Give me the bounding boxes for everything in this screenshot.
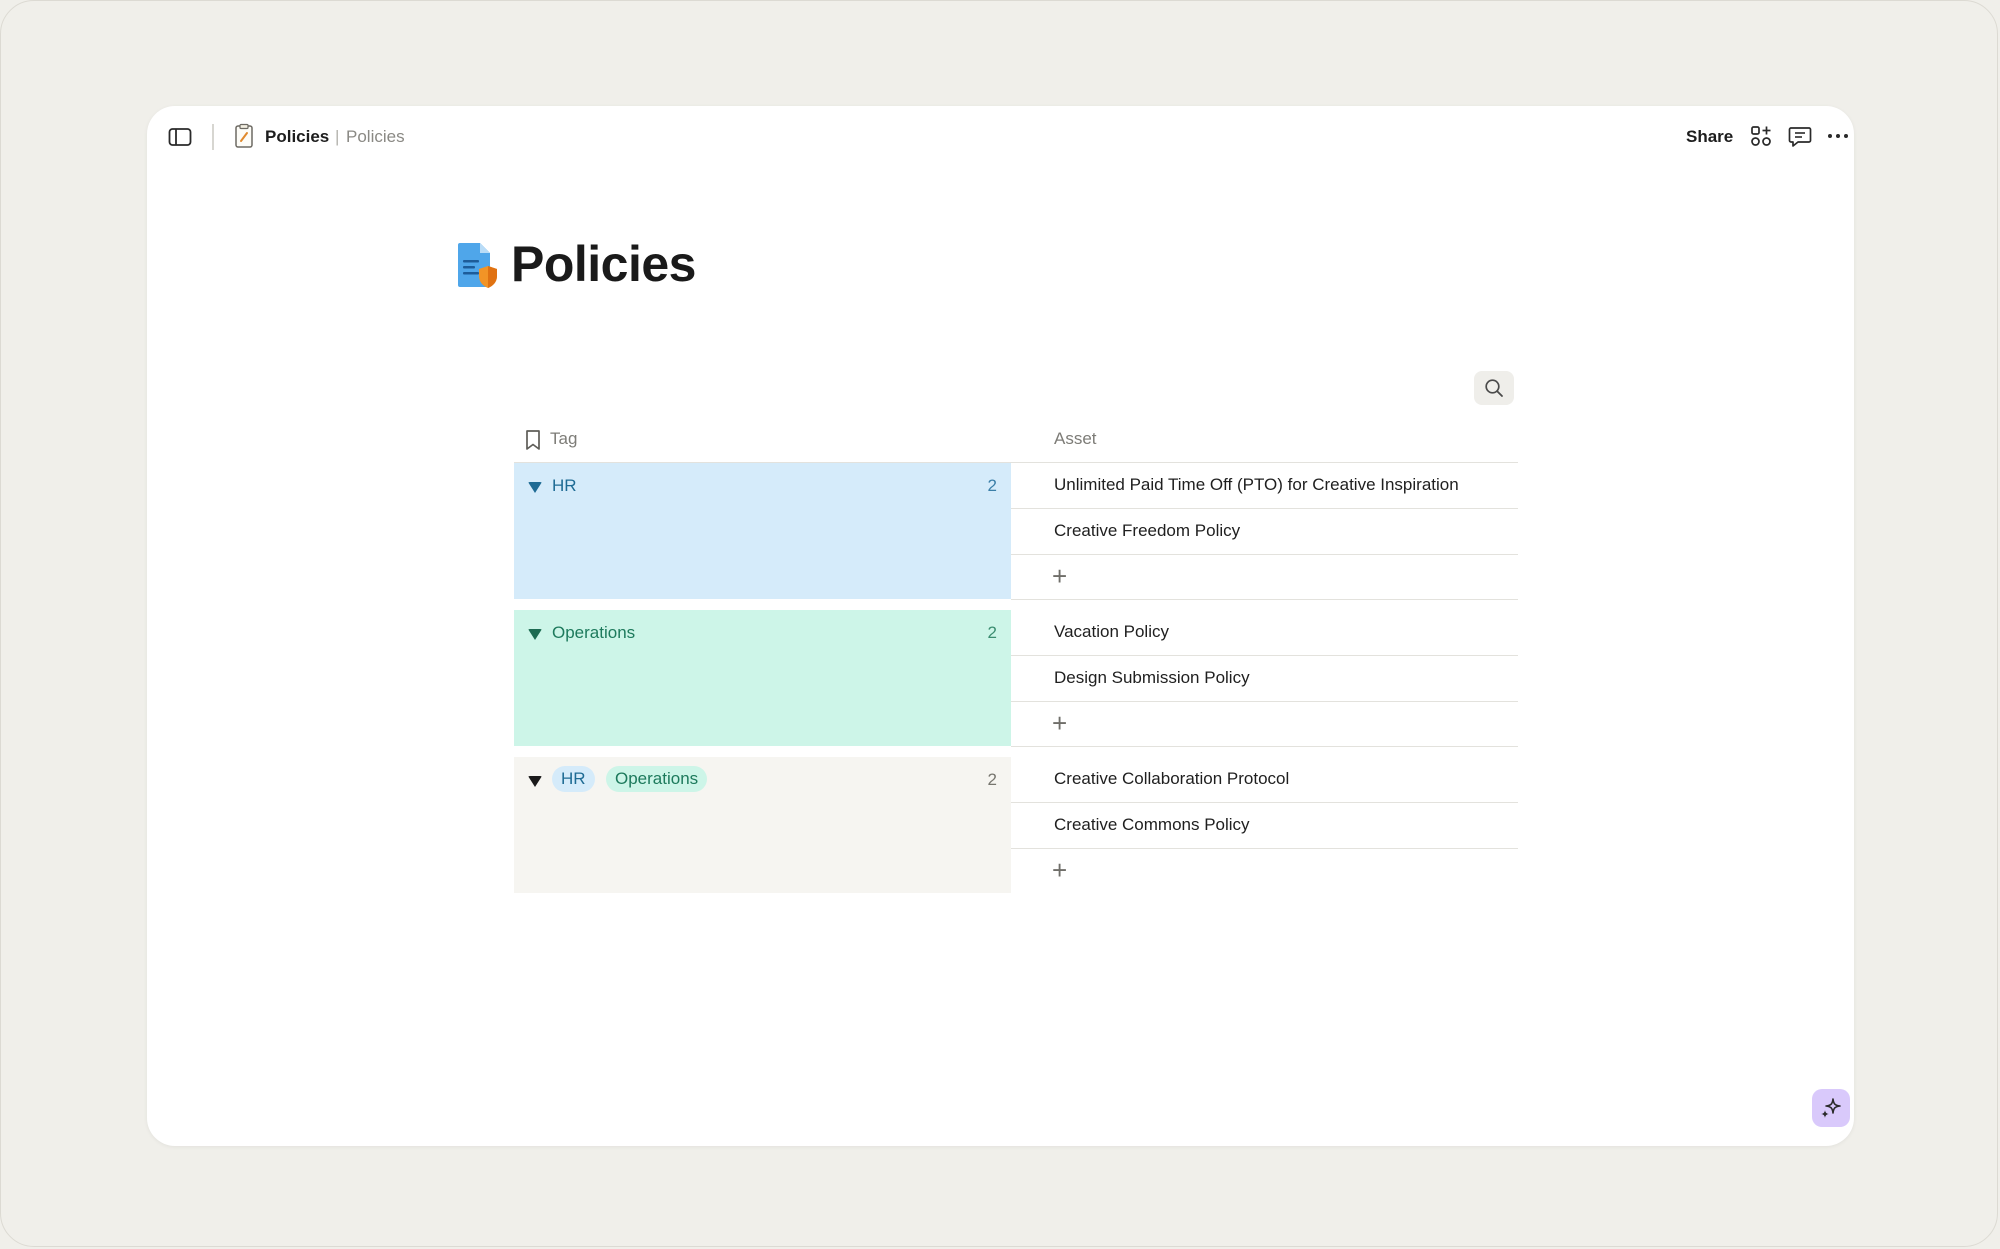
add-asset-button[interactable]: + <box>1011 555 1518 599</box>
add-asset-button[interactable]: + <box>1011 849 1518 893</box>
collapse-caret-icon[interactable] <box>528 629 542 640</box>
ai-assistant-button[interactable] <box>1812 1089 1850 1127</box>
group-operations: Operations 2 Vacation Policy Design Subm… <box>514 610 1518 747</box>
group-count: 2 <box>987 476 997 495</box>
group-assets: Vacation Policy Design Submission Policy… <box>1011 610 1518 746</box>
document-window: Policies | Policies Share Policies Tag A… <box>147 106 1854 1146</box>
asset-name: Creative Collaboration Protocol <box>1054 769 1290 788</box>
group-tag-cell[interactable]: HR 2 <box>514 463 1011 599</box>
column-header-tag[interactable]: Tag <box>550 428 577 450</box>
policies-table: Tag Asset HR 2 Unlimited Paid Time Off (… <box>514 416 1518 904</box>
more-icon[interactable] <box>1825 123 1851 149</box>
search-button[interactable] <box>1474 371 1514 405</box>
plus-icon: + <box>1052 855 1068 885</box>
asset-row[interactable]: Unlimited Paid Time Off (PTO) for Creati… <box>1011 463 1518 509</box>
tag-chip-hr: HR <box>552 766 595 792</box>
group-divider <box>1011 599 1518 600</box>
group-count: 2 <box>987 623 997 642</box>
collapse-caret-icon[interactable] <box>528 482 542 493</box>
asset-name: Design Submission Policy <box>1054 668 1250 687</box>
sidebar-toggle-icon[interactable] <box>167 124 193 150</box>
group-tag-cell[interactable]: Operations 2 <box>514 610 1011 746</box>
top-bar: Policies | Policies Share <box>147 106 1854 166</box>
group-count: 2 <box>987 770 997 789</box>
document-icon <box>233 123 255 149</box>
asset-row[interactable]: Creative Collaboration Protocol <box>1011 757 1518 803</box>
breadcrumb-subpage[interactable]: Policies <box>346 124 405 150</box>
breadcrumb-separator: | <box>335 127 340 146</box>
comment-icon[interactable] <box>1787 123 1813 149</box>
asset-row[interactable]: Design Submission Policy <box>1011 656 1518 702</box>
column-header-asset[interactable]: Asset <box>1054 428 1097 450</box>
group-divider <box>1011 746 1518 747</box>
group-tag-cell[interactable]: HR Operations 2 <box>514 757 1011 893</box>
plus-icon: + <box>1052 561 1068 591</box>
asset-name: Creative Freedom Policy <box>1054 521 1241 540</box>
breadcrumb-title[interactable]: Policies <box>265 124 329 150</box>
asset-row[interactable]: Creative Commons Policy <box>1011 803 1518 849</box>
apps-icon[interactable] <box>1748 123 1774 149</box>
group-label: HR <box>552 476 577 495</box>
asset-name: Creative Commons Policy <box>1054 815 1250 834</box>
add-asset-button[interactable]: + <box>1011 702 1518 746</box>
asset-row[interactable]: Creative Freedom Policy <box>1011 509 1518 555</box>
topbar-divider <box>212 124 214 150</box>
table-header-row: Tag Asset <box>514 416 1518 463</box>
tag-chip-operations: Operations <box>606 766 708 792</box>
group-hr-operations: HR Operations 2 Creative Collaboration P… <box>514 757 1518 893</box>
group-assets: Creative Collaboration Protocol Creative… <box>1011 757 1518 893</box>
share-button[interactable]: Share <box>1686 124 1733 150</box>
search-icon <box>1485 379 1503 397</box>
plus-icon: + <box>1052 708 1068 738</box>
collapse-caret-icon[interactable] <box>528 776 542 787</box>
bookmark-icon <box>524 429 542 456</box>
group-assets: Unlimited Paid Time Off (PTO) for Creati… <box>1011 463 1518 599</box>
page-title: Policies <box>511 236 697 292</box>
asset-name: Unlimited Paid Time Off (PTO) for Creati… <box>1054 475 1459 494</box>
policy-document-icon <box>455 240 499 290</box>
sparkle-icon <box>1821 1098 1841 1118</box>
group-hr: HR 2 Unlimited Paid Time Off (PTO) for C… <box>514 463 1518 600</box>
group-label: Operations <box>552 623 636 642</box>
asset-row[interactable]: Vacation Policy <box>1011 610 1518 656</box>
asset-name: Vacation Policy <box>1054 622 1169 641</box>
